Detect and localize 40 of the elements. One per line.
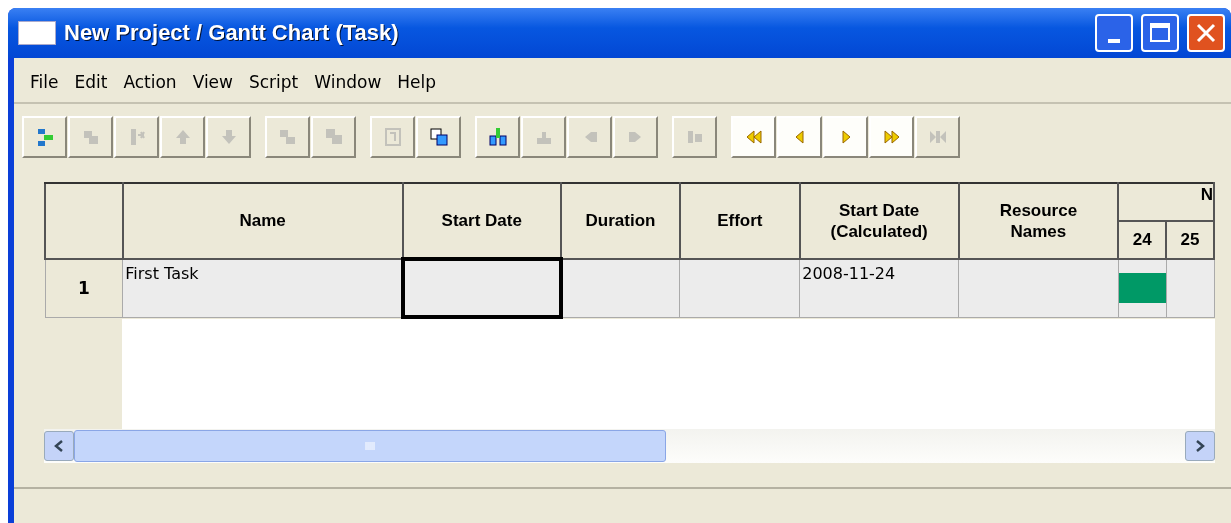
scroll-right-button[interactable]	[1185, 431, 1215, 461]
row-number[interactable]: 1	[45, 259, 123, 317]
menu-item[interactable]: Window	[306, 70, 390, 94]
grip-icon	[365, 441, 375, 451]
close-button[interactable]	[1187, 14, 1225, 52]
toolbar-icon	[323, 127, 344, 147]
maximize-button[interactable]	[1141, 14, 1179, 52]
minimize-icon	[1108, 39, 1120, 43]
menu-item[interactable]: File	[22, 70, 67, 94]
table-cell[interactable]	[561, 259, 680, 317]
toolbar-button[interactable]	[731, 116, 776, 158]
month-header: N	[1118, 183, 1214, 221]
window-icon	[18, 21, 56, 45]
menu-item[interactable]: View	[184, 70, 241, 94]
maximize-icon	[1149, 22, 1171, 44]
table-cell[interactable]	[958, 259, 1119, 317]
toolbar-icon	[881, 127, 902, 147]
table-cell[interactable]	[402, 259, 561, 317]
menu-item[interactable]: Edit	[66, 70, 116, 94]
toolbar-icon	[382, 127, 403, 147]
menu-item[interactable]: Help	[389, 70, 445, 94]
close-icon	[1195, 22, 1217, 44]
toolbar-icon	[277, 127, 298, 147]
menu-item[interactable]: Script	[240, 70, 307, 94]
task-bar[interactable]	[1118, 273, 1166, 304]
toolbar-icon	[428, 127, 449, 147]
menu-item[interactable]: Action	[115, 70, 185, 94]
window-title: New Project / Gantt Chart (Task)	[64, 20, 400, 46]
toolbar-button[interactable]	[475, 116, 520, 158]
minimize-button[interactable]	[1095, 14, 1133, 52]
scroll-left-button[interactable]	[44, 431, 74, 461]
toolbar-button[interactable]	[777, 116, 822, 158]
toolbar-button[interactable]	[416, 116, 461, 158]
toolbar-icon	[487, 127, 508, 147]
toolbar-button[interactable]	[22, 116, 67, 158]
table-cell[interactable]	[679, 259, 800, 317]
toolbar-button[interactable]	[823, 116, 868, 158]
toolbar-button[interactable]	[869, 116, 914, 158]
table-cell[interactable]: 2008-11-24	[799, 259, 959, 317]
table-cell[interactable]: First Task	[122, 259, 403, 317]
